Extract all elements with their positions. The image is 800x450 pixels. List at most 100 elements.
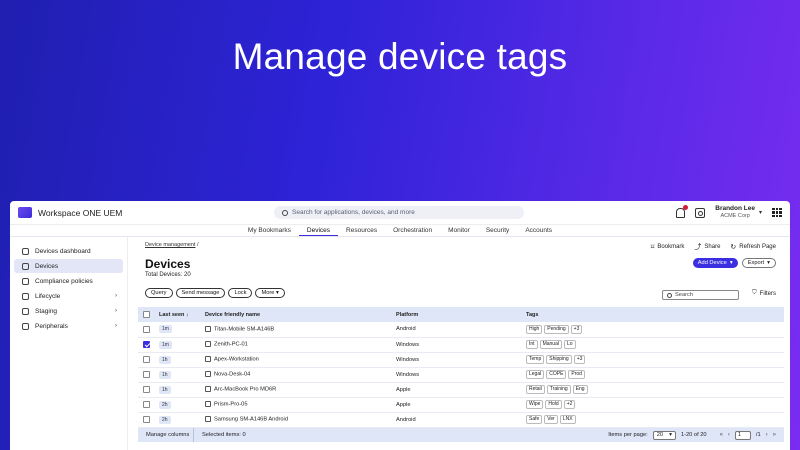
device-tag[interactable]: Hold: [545, 400, 562, 409]
device-tag[interactable]: Temp: [526, 355, 545, 364]
more-button[interactable]: More ▾: [255, 288, 285, 298]
device-name[interactable]: Nova-Desk-04: [214, 372, 250, 378]
row-checkbox[interactable]: [143, 371, 150, 378]
table-row[interactable]: 1h Nova-Desk-04 Windows Legal COPE Prod: [138, 367, 784, 382]
nav-accounts[interactable]: Accounts: [517, 225, 560, 236]
row-checkbox[interactable]: [143, 325, 150, 333]
items-per-page-select[interactable]: 20 ▾: [652, 430, 676, 440]
row-checkbox[interactable]: [143, 416, 150, 423]
device-name[interactable]: Zenith-PC-01: [214, 342, 248, 348]
first-page-icon[interactable]: «: [720, 432, 723, 438]
bookmark-button[interactable]: ⌑ Bookmark: [651, 242, 685, 252]
column-header-tags[interactable]: Tags: [521, 307, 784, 322]
device-tags: Legal COPE Prod: [521, 367, 784, 382]
nav-resources[interactable]: Resources: [338, 225, 385, 236]
device-tag[interactable]: Wipe: [526, 400, 544, 409]
breadcrumb-link[interactable]: Device management: [145, 242, 195, 248]
device-tag[interactable]: +3: [573, 355, 586, 364]
device-name[interactable]: Samsung SM-A146B Android: [214, 417, 288, 423]
device-tag[interactable]: Shipping: [546, 355, 572, 364]
row-checkbox[interactable]: [143, 386, 150, 393]
chevron-down-icon: ▾: [669, 432, 672, 438]
table-row[interactable]: 1m Titan-Mobile SM-A146B Android High Pendin…: [138, 322, 784, 337]
settings-icon[interactable]: [695, 207, 706, 218]
device-tag[interactable]: Legal: [526, 370, 545, 379]
device-tag[interactable]: Int: [526, 340, 538, 349]
prev-page-icon[interactable]: ‹: [728, 432, 730, 438]
table-row[interactable]: 2h Prism-Pro-05 Apple Wipe Hold +2: [138, 397, 784, 412]
filters-button[interactable]: ⛉ Filters: [752, 290, 776, 297]
device-tag[interactable]: Manual: [539, 340, 562, 349]
nav-security[interactable]: Security: [478, 225, 517, 236]
table-row[interactable]: 2h Samsung SM-A146B Android Android Safe Ver…: [138, 412, 784, 427]
selected-items: Selected items: 0: [202, 432, 246, 438]
sidebar-item-label: Lifecycle: [35, 292, 61, 300]
column-header-device-name[interactable]: Device friendly name: [200, 307, 391, 322]
device-tag[interactable]: Lo: [563, 340, 576, 349]
device-name[interactable]: Apex-Workstation: [214, 357, 259, 363]
row-checkbox[interactable]: [143, 356, 150, 363]
device-tag[interactable]: Pending: [544, 324, 569, 334]
app-launcher-icon[interactable]: [772, 207, 782, 218]
device-tag[interactable]: +3: [570, 324, 583, 334]
device-tag[interactable]: Retail: [526, 385, 545, 394]
chevron-down-icon[interactable]: ▾: [759, 209, 762, 216]
device-tag[interactable]: Safe: [526, 415, 543, 424]
sidebar-item-devices[interactable]: Devices: [14, 259, 123, 273]
device-tag[interactable]: LNX: [559, 415, 576, 424]
nav-orchestration[interactable]: Orchestration: [385, 225, 440, 236]
lock-button[interactable]: Lock: [228, 288, 253, 298]
global-search-input[interactable]: Search for applications, devices, and mo…: [274, 206, 524, 219]
sidebar-item-lifecycle[interactable]: Lifecycle ›: [14, 289, 123, 303]
device-tag[interactable]: Eng: [572, 385, 588, 394]
devices-table: Last seen ↓ Device friendly name Platfor…: [138, 307, 784, 428]
next-page-icon[interactable]: ›: [766, 432, 768, 438]
sidebar-item-devices-dashboard[interactable]: Devices dashboard: [14, 244, 123, 258]
add-device-button[interactable]: Add Device ▾: [692, 258, 738, 268]
device-name[interactable]: Prism-Pro-05: [214, 402, 248, 408]
row-checkbox[interactable]: [143, 341, 150, 348]
manage-columns-button[interactable]: Manage columns: [138, 428, 194, 442]
sidebar-item-staging[interactable]: Staging ›: [14, 304, 123, 318]
table-row[interactable]: 1m Zenith-PC-01 Windows Int Manual Lo: [138, 337, 784, 352]
notification-badge: [683, 204, 689, 210]
device-tag[interactable]: COPE: [546, 370, 567, 379]
device-name[interactable]: Titan-Mobile SM-A146B: [214, 327, 274, 333]
computer-icon: [205, 356, 211, 363]
device-tag[interactable]: +2: [563, 400, 576, 409]
nav-devices[interactable]: Devices: [298, 225, 339, 236]
page-number-input[interactable]: 1: [734, 430, 751, 440]
table-search-input[interactable]: Search: [662, 290, 739, 300]
send-message-button[interactable]: Send message: [175, 288, 226, 298]
column-header-last-seen[interactable]: Last seen ↓: [154, 307, 200, 322]
device-name[interactable]: Arc-MacBook Pro MD6R: [214, 387, 276, 393]
device-platform: Apple: [396, 401, 411, 408]
device-tag[interactable]: Ver: [544, 415, 558, 424]
row-checkbox[interactable]: [143, 401, 150, 408]
device-tag[interactable]: Prod: [568, 370, 585, 379]
sidebar-item-peripherals[interactable]: Peripherals ›: [14, 319, 123, 333]
add-device-label: Add Device: [697, 260, 727, 266]
pagination: Items per page: 20 ▾ 1-20 of 20 « ‹ 1 /1 …: [608, 430, 776, 440]
nav-monitor[interactable]: Monitor: [440, 225, 478, 236]
export-button[interactable]: Export ▾: [741, 258, 776, 268]
sidebar-item-label: Compliance policies: [35, 277, 93, 285]
share-button[interactable]: ⤴ Share: [694, 242, 720, 252]
sidebar-item-compliance-policies[interactable]: Compliance policies: [14, 274, 123, 288]
device-tag[interactable]: High: [526, 324, 543, 334]
notification-bell-icon[interactable]: [676, 204, 689, 218]
user-menu[interactable]: Brandon Lee ACME Corp: [715, 205, 755, 220]
column-header-platform[interactable]: Platform: [391, 307, 521, 322]
last-page-icon[interactable]: »: [773, 432, 776, 438]
share-label: Share: [704, 244, 721, 250]
more-label: More: [261, 290, 275, 296]
sidebar-item-label: Staging: [35, 307, 58, 315]
select-all-checkbox[interactable]: [143, 311, 150, 318]
table-row[interactable]: 1h Arc-MacBook Pro MD6R Apple Retail Trainin…: [138, 382, 784, 397]
computer-icon: [205, 371, 211, 378]
nav-my-bookmarks[interactable]: My Bookmarks: [240, 225, 299, 236]
query-button[interactable]: Query: [145, 288, 173, 298]
table-row[interactable]: 1h Apex-Workstation Windows Temp Shipping +3: [138, 352, 784, 367]
device-tag[interactable]: Training: [546, 385, 571, 394]
refresh-page-button[interactable]: ↻ Refresh Page: [730, 242, 776, 252]
